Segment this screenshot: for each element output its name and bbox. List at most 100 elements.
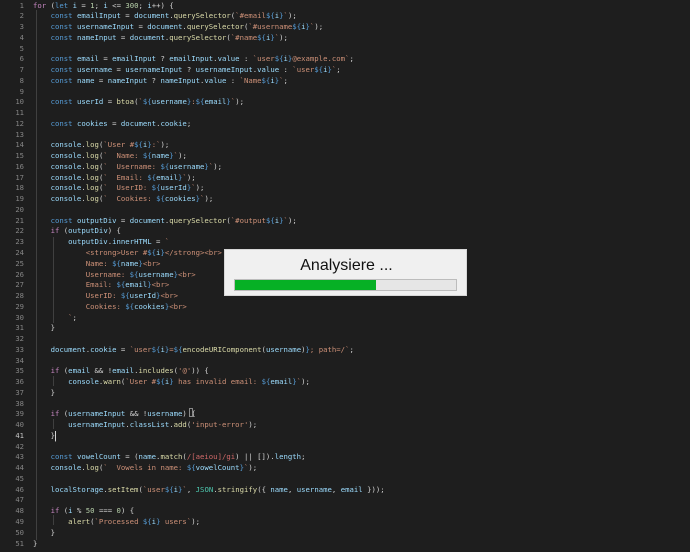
code-token: document	[120, 118, 157, 128]
line-number: 40	[15, 420, 24, 430]
code-token: =	[134, 22, 148, 32]
code-line[interactable]: 5	[0, 44, 690, 55]
code-line[interactable]: 19 console.log(` Cookies: ${cookies}`);	[0, 194, 690, 205]
code-line[interactable]: 33 document.cookie = `user${i}=${encodeU…	[0, 345, 690, 356]
code-token: log	[85, 161, 99, 171]
code-text: UserID: ${userId}<br>	[33, 291, 178, 302]
code-token: ` Cookies:	[103, 194, 157, 204]
code-line[interactable]: 37 }	[0, 388, 690, 399]
code-token: `user	[252, 54, 275, 64]
code-text: if (outputDiv) {	[33, 226, 121, 237]
line-number: 10	[15, 97, 24, 107]
code-line[interactable]: 3 const usernameInput = document.querySe…	[0, 22, 690, 33]
code-line[interactable]: 1 for (let i = 1; i <= 300; i++) {	[0, 1, 690, 12]
code-line[interactable]: 23 outputDiv.innerHTML = `	[0, 237, 690, 248]
code-token: vowelCount	[76, 452, 121, 462]
code-text: const outputDiv = document.querySelector…	[33, 216, 297, 227]
code-line[interactable]: 16 console.log(` Username: ${username}`)…	[0, 162, 690, 173]
code-token: ?	[182, 65, 196, 75]
code-token: /[aeiou]/gi	[186, 452, 236, 462]
code-token: cookies	[76, 118, 108, 128]
code-line[interactable]: 14 console.log(`User #${i}:`);	[0, 140, 690, 151]
code-line[interactable]: 44 console.log(` Vowels in name: ${vowel…	[0, 463, 690, 474]
code-line[interactable]: 2 const emailInput = document.querySelec…	[0, 11, 690, 22]
code-line[interactable]: 15 console.log(` Name: ${name}`);	[0, 151, 690, 162]
code-line[interactable]: 41 }	[0, 431, 690, 442]
code-token: usernameInput	[195, 65, 253, 75]
code-line[interactable]: 4 const nameInput = document.querySelect…	[0, 33, 690, 44]
code-line[interactable]: 7 const username = usernameInput ? usern…	[0, 65, 690, 76]
code-line[interactable]: 11	[0, 108, 690, 119]
line-number: 18	[15, 183, 24, 193]
code-token: includes	[138, 366, 174, 376]
code-line[interactable]: 8 const name = nameInput ? nameInput.val…	[0, 76, 690, 87]
code-token: ,	[186, 484, 196, 494]
code-line[interactable]: 34	[0, 356, 690, 367]
code-line[interactable]: 46 localStorage.setItem(`user${i}`, JSON…	[0, 485, 690, 496]
code-token: );	[178, 151, 187, 161]
code-token: `User #	[125, 377, 157, 387]
code-text: usernameInput.classList.add('input-error…	[33, 420, 257, 431]
code-token: ; path=/`	[309, 344, 350, 354]
code-token: console	[50, 183, 82, 193]
code-token: );	[204, 194, 214, 204]
code-token: );	[301, 377, 310, 387]
code-token: value	[257, 65, 280, 75]
code-line[interactable]: 51}	[0, 539, 690, 550]
code-line[interactable]: 48 if (i % 50 === 0) {	[0, 506, 690, 517]
line-number: 22	[15, 226, 24, 236]
code-token: name	[138, 452, 157, 462]
code-line[interactable]: 17 console.log(` Email: ${email}`);	[0, 173, 690, 184]
code-token: );	[287, 11, 297, 21]
code-token: userId	[76, 97, 104, 107]
code-line[interactable]: 32	[0, 334, 690, 345]
code-token: document	[129, 32, 165, 42]
code-line[interactable]: 35 if (email && !email.includes('@')) {	[0, 366, 690, 377]
code-token: ` Email:	[103, 172, 148, 182]
code-line[interactable]: 42	[0, 442, 690, 453]
code-line[interactable]: 31 }	[0, 323, 690, 334]
code-line[interactable]: 39 if (usernameInput && !username) {	[0, 409, 690, 420]
code-line[interactable]: 43 const vowelCount = (name.match(/[aeio…	[0, 452, 690, 463]
code-line[interactable]: 38	[0, 399, 690, 410]
code-token: userId	[129, 291, 157, 301]
code-line[interactable]: 50 }	[0, 528, 690, 539]
code-line[interactable]: 49 alert(`Processed ${i} users`);	[0, 517, 690, 528]
code-line[interactable]: 6 const email = emailInput ? emailInput.…	[0, 54, 690, 65]
code-token: =	[120, 11, 135, 21]
code-token: email	[340, 484, 363, 494]
code-line[interactable]: 9	[0, 87, 690, 98]
line-number: 28	[15, 291, 24, 301]
line-number: 34	[15, 355, 24, 365]
code-line[interactable]: 45	[0, 474, 690, 485]
code-token: ${	[257, 32, 266, 42]
line-number: 13	[15, 129, 24, 139]
code-line[interactable]: 20	[0, 205, 690, 216]
line-number: 21	[15, 215, 24, 225]
line-number: 42	[15, 441, 24, 451]
code-line[interactable]: 21 const outputDiv = document.querySelec…	[0, 216, 690, 227]
code-line[interactable]: 12 const cookies = document.cookie;	[0, 119, 690, 130]
code-line[interactable]: 40 usernameInput.classList.add('input-er…	[0, 420, 690, 431]
code-token: ({	[257, 484, 271, 494]
code-line[interactable]: 13	[0, 130, 690, 141]
indent-guide	[53, 376, 54, 386]
code-token: ?	[147, 75, 161, 85]
code-line[interactable]: 18 console.log(` UserID: ${userId}`);	[0, 183, 690, 194]
code-token: '@'	[178, 366, 192, 376]
code-line[interactable]: 30 `;	[0, 313, 690, 324]
code-token: =	[116, 32, 130, 42]
code-line[interactable]: 29 Cookies: ${cookies}<br>	[0, 302, 690, 313]
code-line[interactable]: 47	[0, 495, 690, 506]
code-token: usernameInput	[68, 409, 126, 419]
code-token: ${	[147, 172, 157, 182]
code-line[interactable]: 36 console.warn(`User #${i} has invalid …	[0, 377, 690, 388]
code-token: @example.com`	[292, 54, 350, 64]
code-token: log	[85, 194, 99, 204]
code-token: userId	[160, 183, 187, 193]
code-token: email	[68, 366, 91, 376]
code-token: :	[279, 65, 293, 75]
code-line[interactable]: 10 const userId = btoa(`${username}:${em…	[0, 97, 690, 108]
code-token: ${	[160, 161, 170, 171]
code-line[interactable]: 22 if (outputDiv) {	[0, 226, 690, 237]
